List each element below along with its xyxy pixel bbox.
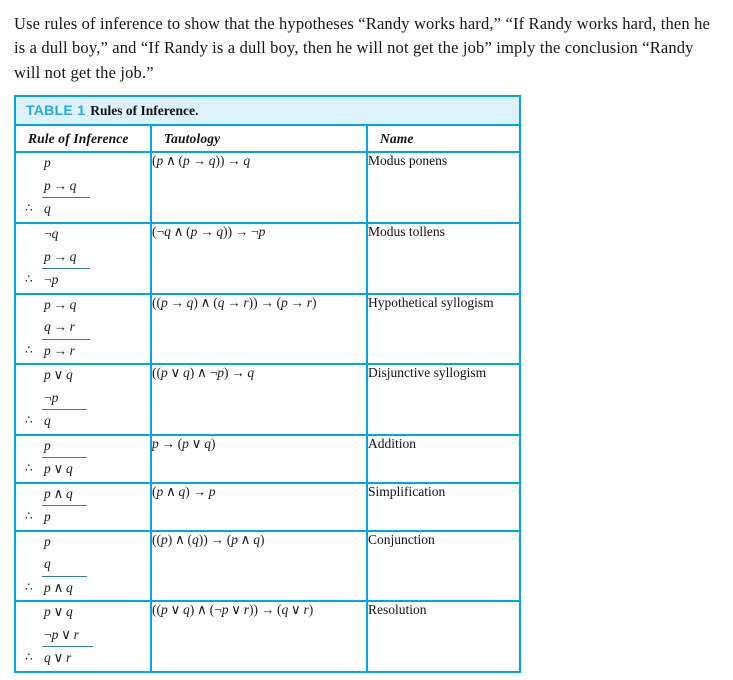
therefore-icon: ∴	[25, 342, 33, 357]
table-row: p → q q → r ∴ p → r ((p → q) ∧ (q → r)) → (p…	[16, 293, 519, 366]
rule-of-inference-cell: p ∧ q ∴ p	[16, 482, 152, 532]
rule-name-cell: Resolution	[368, 602, 427, 618]
argument-form: p ∴ p ∨ q	[25, 436, 87, 482]
premise: q	[42, 554, 87, 577]
table-row: p ∨ q ¬p ∨ r ∴ q ∨ r ((p ∨ q) ∧ (¬p ∨ r)) → …	[16, 601, 519, 671]
problem-statement: Use rules of inference to show that the …	[14, 14, 711, 82]
table-row: ¬q p → q ∴ ¬p (¬q ∧ (p → q)) → ¬p Modus tolle…	[16, 222, 519, 295]
premise: p	[42, 436, 87, 459]
therefore-icon: ∴	[25, 201, 33, 216]
argument-form: p p → q ∴ q	[25, 153, 91, 222]
premise: p ∨ q	[44, 367, 73, 383]
premise: ¬p ∨ r	[42, 625, 93, 648]
tautology-cell: (p ∧ q) → p	[151, 482, 368, 532]
table-header: Rule of Inference Tautology Name	[16, 126, 519, 154]
table-caption-label: TABLE 1	[26, 102, 86, 119]
table-header-row: Rule of Inference Tautology Name	[16, 126, 519, 154]
therefore-icon: ∴	[25, 461, 33, 476]
tautology-cell: (¬q ∧ (p → q)) → ¬p	[151, 222, 368, 295]
rules-table: Rule of Inference Tautology Name p p → q ∴…	[16, 126, 519, 671]
premise: ¬p	[42, 388, 87, 411]
rule-name-cell: Disjunctive syllogism	[367, 364, 519, 436]
argument-form: p ∨ q ¬p ∴ q	[25, 365, 87, 434]
tautology-cell: (p ∧ (p → q)) → q	[151, 152, 368, 224]
table-row: p ∧ q ∴ p (p ∧ q) → p Simplification	[16, 482, 519, 532]
argument-form: ¬q p → q ∴ ¬p	[25, 224, 91, 293]
conclusion: ∴ q ∨ r	[25, 650, 72, 666]
premise: p	[44, 155, 51, 171]
conclusion: ∴ p	[25, 509, 51, 525]
conclusion: ∴ p ∨ q	[25, 461, 73, 477]
rule-of-inference-cell: p ∨ q ¬p ∴ q	[16, 364, 152, 436]
premise: p → q	[42, 247, 91, 270]
rules-of-inference-table: TABLE 1 Rules of Inference. Rule of Infer…	[14, 95, 521, 673]
rule-of-inference-cell: ¬q p → q ∴ ¬p	[16, 222, 152, 295]
premise: p ∨ q	[44, 604, 73, 620]
rule-of-inference-cell: p ∨ q ¬p ∨ r ∴ q ∨ r	[16, 601, 152, 671]
rule-of-inference-cell: p → q q → r ∴ p → r	[16, 293, 152, 366]
argument-form: p → q q → r ∴ p → r	[25, 295, 91, 364]
conclusion: ∴ ¬p	[25, 272, 59, 288]
table-row: p p → q ∴ q (p ∧ (p → q)) → q Modus ponens	[16, 152, 519, 224]
table-row: p q ∴ p ∧ q ((p) ∧ (q)) → (p ∧ q) Conjunction	[16, 530, 519, 603]
conclusion: ∴ p ∧ q	[25, 579, 73, 595]
premise: ¬q	[44, 225, 59, 241]
therefore-icon: ∴	[25, 579, 33, 594]
rule-name-cell: Conjunction	[367, 530, 519, 603]
premise: p	[44, 533, 51, 549]
conclusion: ∴ q	[25, 201, 51, 217]
conclusion: ∴ p → r	[25, 342, 75, 358]
argument-form: p ∧ q ∴ p	[25, 484, 87, 530]
therefore-icon: ∴	[25, 413, 33, 428]
rule-name-cell: Hypothetical syllogism	[367, 293, 519, 366]
rule-of-inference-cell: p q ∴ p ∧ q	[16, 530, 152, 603]
tautology-cell: ((p ∨ q) ∧ ¬p) → q	[151, 364, 368, 436]
rule-name-cell: Addition	[367, 434, 519, 484]
rule-name-cell: Modus tollens	[367, 222, 519, 295]
rule-of-inference-cell: p p → q ∴ q	[16, 152, 152, 224]
premise: q → r	[42, 317, 91, 340]
argument-form: p ∨ q ¬p ∨ r ∴ q ∨ r	[25, 602, 93, 671]
table-row: p ∴ p ∨ q p → (p ∨ q) Addition	[16, 434, 519, 484]
therefore-icon: ∴	[25, 272, 33, 287]
column-header-rule-of-inference: Rule of Inference	[16, 126, 152, 154]
therefore-icon: ∴	[25, 650, 33, 665]
premise: p ∧ q	[42, 484, 87, 507]
therefore-icon: ∴	[25, 509, 33, 524]
premise: p → q	[42, 176, 91, 199]
rule-of-inference-cell: p ∴ p ∨ q	[16, 434, 152, 484]
argument-form: p q ∴ p ∧ q	[25, 532, 87, 601]
rule-name-cell: Modus ponens	[367, 152, 519, 224]
rule-name-cell: Simplification	[367, 482, 519, 532]
table-body: pp → q ∴ q (p ∧ (p → q)) → q Modus ponens ¬q p…	[16, 152, 519, 671]
column-header-tautology: Tautology	[151, 126, 368, 154]
tautology-cell: ((p ∨ q) ∧ (¬p ∨ r)) → (q ∨ r)	[151, 601, 368, 671]
premise: p → q	[44, 296, 77, 312]
table-row: p ∨ q ¬p ∴ q ((p ∨ q) ∧ ¬p) → q Disjunctive s…	[16, 364, 519, 436]
table-caption: TABLE 1 Rules of Inference.	[16, 97, 519, 127]
tautology-cell: ((p) ∧ (q)) → (p ∧ q)	[151, 530, 368, 603]
table-caption-title: Rules of Inference.	[90, 103, 199, 119]
column-header-name: Name	[367, 126, 519, 154]
tautology-cell: ((p → q) ∧ (q → r)) → (p → r)	[151, 293, 368, 366]
conclusion: ∴ q	[25, 413, 51, 429]
tautology-cell: p → (p ∨ q)	[151, 434, 368, 484]
